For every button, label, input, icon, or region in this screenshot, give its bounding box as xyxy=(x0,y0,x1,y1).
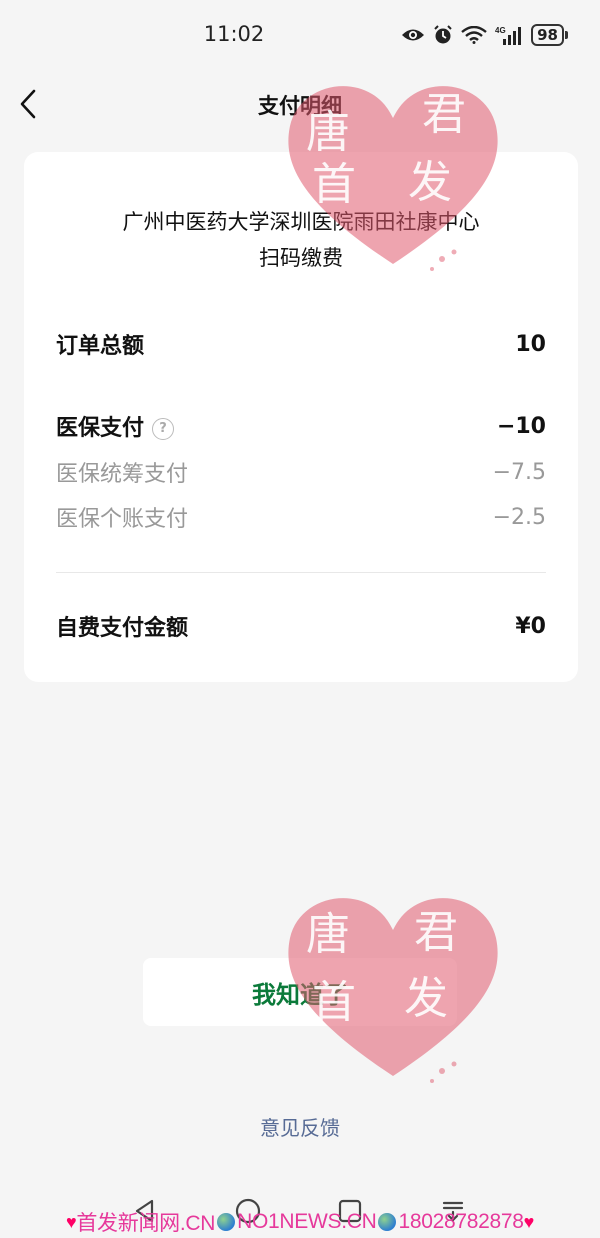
feedback-link[interactable]: 意见反馈 xyxy=(0,1112,600,1141)
eye-icon xyxy=(401,27,425,43)
order-total-label: 订单总额 xyxy=(56,334,145,359)
got-it-button[interactable]: 我知道了 xyxy=(143,958,457,1026)
order-total-row: 订单总额 10 xyxy=(56,328,546,360)
status-bar: 11:02 4G 98 xyxy=(0,0,600,70)
pooled-payment-value: −7.5 xyxy=(492,459,546,485)
self-pay-label: 自费支付金额 xyxy=(56,616,189,641)
watermark-char: 唐 xyxy=(306,909,350,960)
watermark-char: 君 xyxy=(414,907,458,958)
nav-bar: 支付明细 xyxy=(0,78,600,130)
watermark-text: 18028782878 xyxy=(398,1210,524,1233)
merchant-name: 广州中医药大学深圳医院雨田社康中心 xyxy=(122,210,480,234)
merchant-info: 广州中医药大学深圳医院雨田社康中心 扫码缴费 xyxy=(24,204,578,276)
personal-account-row: 医保个账支付 −2.5 xyxy=(56,501,546,533)
alarm-icon xyxy=(433,25,453,45)
payment-detail-card: 广州中医药大学深圳医院雨田社康中心 扫码缴费 订单总额 10 医保支付? −10… xyxy=(24,152,578,682)
heart-icon: ♥ xyxy=(65,1211,77,1232)
svg-text:4G: 4G xyxy=(495,26,506,35)
status-icons: 4G 98 xyxy=(401,22,568,48)
self-pay-row: 自费支付金额 ¥0 xyxy=(56,610,546,642)
heart-icon: ♥ xyxy=(523,1211,535,1232)
personal-account-label: 医保个账支付 xyxy=(56,507,189,532)
page-title: 支付明细 xyxy=(258,94,342,118)
wifi-icon xyxy=(461,26,487,44)
divider xyxy=(56,572,546,573)
payment-type: 扫码缴费 xyxy=(259,246,343,270)
pooled-payment-row: 医保统筹支付 −7.5 xyxy=(56,456,546,488)
signal-icon: 4G xyxy=(495,25,523,45)
insurance-row: 医保支付? −10 xyxy=(56,410,546,442)
personal-account-value: −2.5 xyxy=(492,504,546,530)
order-total-value: 10 xyxy=(515,331,546,357)
self-pay-value: ¥0 xyxy=(515,613,546,639)
pooled-payment-label: 医保统筹支付 xyxy=(56,462,189,487)
globe-icon xyxy=(217,1213,236,1231)
insurance-value: −10 xyxy=(496,413,546,439)
watermark-text: 首发新闻网.CN xyxy=(76,1212,216,1235)
watermark-text: NO1NEWS.CN xyxy=(237,1210,377,1233)
status-time: 11:02 xyxy=(203,22,265,46)
insurance-label: 医保支付 xyxy=(56,416,145,441)
battery-indicator: 98 xyxy=(531,24,568,46)
globe-icon xyxy=(378,1213,397,1231)
help-icon[interactable]: ? xyxy=(152,418,175,440)
footer-watermark: ♥ 首发新闻网.CN NO1NEWS.CN 18028782878 ♥ xyxy=(0,1206,600,1238)
